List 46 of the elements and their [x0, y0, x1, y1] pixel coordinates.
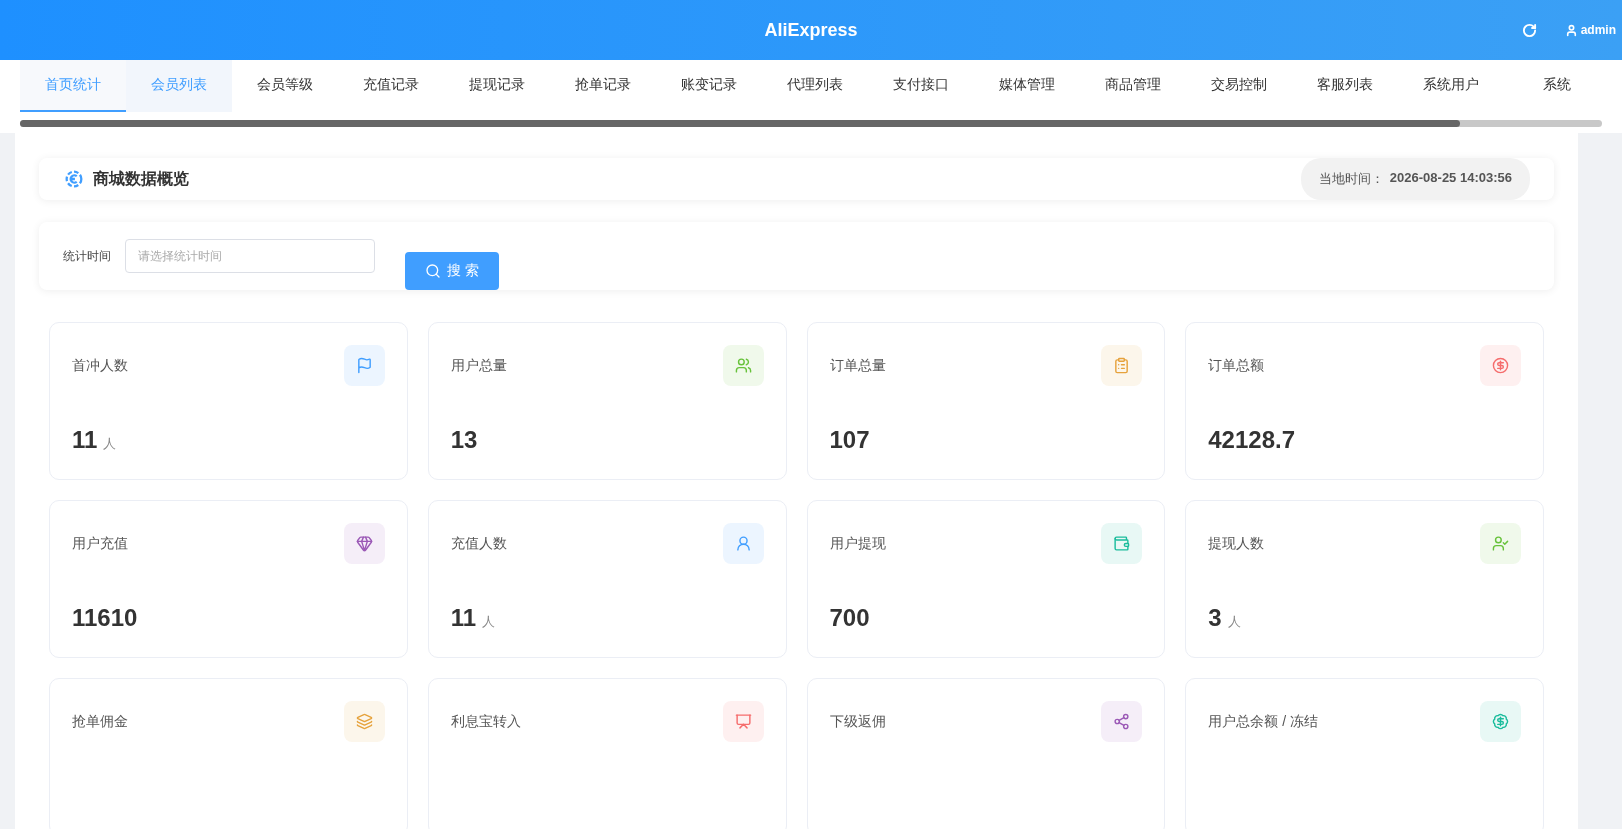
stat-label: 订单总量 [829, 356, 886, 375]
stat-unit: 人 [103, 435, 117, 453]
stat-label: 订单总额 [1208, 356, 1265, 375]
stat-label: 提现人数 [1208, 534, 1265, 553]
overview-title: 商城数据概览 [93, 168, 190, 189]
nav-tab[interactable]: 媒体管理 [974, 60, 1080, 112]
date-input-field[interactable]: 请选择统计时间 [125, 239, 375, 273]
stat-value: 11 [72, 426, 98, 454]
refresh-icon[interactable] [1521, 22, 1537, 38]
nav-tab[interactable]: 客服列表 [1292, 60, 1398, 112]
field-label: 统计时间 [63, 247, 111, 265]
stat-label: 利息宝转入 [450, 712, 521, 731]
stat-label: 首冲人数 [72, 356, 128, 375]
nav-tab[interactable]: 提现记录 [444, 60, 550, 112]
nav-tab[interactable]: 抢单记录 [550, 60, 656, 112]
nav-tab[interactable]: 支付接口 [868, 60, 974, 112]
stat-label: 充值人数 [450, 534, 507, 553]
nav-tab[interactable]: 会员等级 [232, 60, 338, 112]
nav-tab[interactable]: 充值记录 [338, 60, 444, 112]
stat-unit: 人 [1227, 613, 1241, 631]
nav-tab[interactable]: 系统 [1504, 60, 1610, 112]
nav-tab[interactable]: 系统用户 [1398, 60, 1504, 112]
nav-tab[interactable]: 交易控制 [1186, 60, 1292, 112]
stat-label: 抢单佣金 [72, 712, 128, 731]
stat-value: 107 [829, 426, 870, 454]
time-value: 2026-08-25 14:03:56 [1389, 170, 1512, 187]
nav-tab[interactable]: 商品管理 [1080, 60, 1186, 112]
app-title: AliExpress [764, 19, 858, 41]
stat-label: 用户总余额 / 冻结 [1208, 712, 1318, 731]
nav-tab[interactable]: 代理列表 [762, 60, 868, 112]
stat-label: 用户充值 [72, 534, 128, 553]
stat-label: 用户总量 [450, 356, 507, 375]
stat-value: 42128.7 [1208, 426, 1295, 454]
stat-label: 下级返佣 [829, 712, 886, 731]
stat-value: 13 [450, 426, 478, 454]
stat-value: 11610 [72, 604, 138, 632]
stat-unit: 人 [482, 613, 496, 631]
stat-value: 11 [450, 604, 477, 632]
nav-tab[interactable]: 账变记录 [656, 60, 762, 112]
time-label: 当地时间： [1318, 170, 1384, 188]
search-icon [425, 263, 441, 279]
stat-value: 3 [1208, 604, 1222, 632]
user-icon [1564, 23, 1578, 37]
stat-label: 用户提现 [829, 534, 886, 553]
gear-icon [63, 168, 85, 190]
stat-value: 700 [829, 604, 870, 632]
